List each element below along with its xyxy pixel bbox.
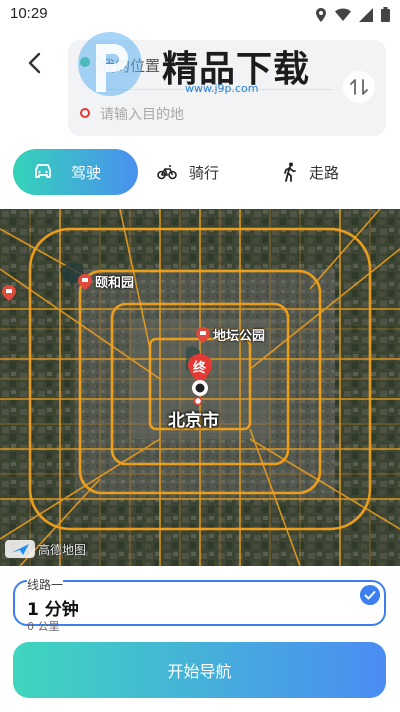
tab-walk[interactable]: 走路	[283, 149, 339, 195]
tab-drive[interactable]: 驾驶	[13, 149, 138, 195]
walk-icon	[284, 162, 296, 182]
tab-bike-label: 骑行	[189, 163, 220, 182]
location-icon	[316, 7, 326, 22]
end-point-icon	[80, 108, 90, 118]
route-option-name: 线路一	[27, 576, 64, 593]
selected-check-icon	[360, 585, 380, 605]
watermark-url: www.j9p.com	[185, 82, 259, 95]
destination-marker-label: 终	[193, 361, 207, 376]
current-location-icon	[192, 380, 208, 396]
attribution-text: 高德地图	[38, 542, 87, 557]
amap-logo-icon	[5, 540, 35, 558]
start-navigation-button[interactable]: 开始导航	[13, 642, 386, 698]
route-option-time: 1 分钟	[27, 600, 79, 620]
signal-icon	[359, 7, 373, 22]
poi-marker-icon	[196, 326, 210, 343]
tab-walk-label: 走路	[309, 163, 340, 182]
wifi-icon	[335, 8, 351, 21]
start-pin-icon	[193, 396, 203, 406]
poi-marker-icon	[78, 273, 92, 290]
destination-input[interactable]: 请输入目的地	[100, 104, 184, 124]
status-bar: 10:29	[0, 0, 400, 30]
poi-label: 地坛公园	[213, 329, 266, 344]
route-option-distance: 0 公里	[27, 620, 60, 633]
poi-label: 颐和园	[95, 276, 135, 291]
tab-bike[interactable]: 骑行	[157, 149, 219, 195]
status-time: 10:29	[10, 5, 48, 22]
bicycle-icon	[157, 165, 177, 180]
poi-summer-palace[interactable]: 颐和园	[78, 272, 134, 291]
status-icons	[315, 7, 390, 22]
watermark-logo	[78, 32, 142, 96]
map-attribution: 高德地图	[5, 540, 86, 558]
car-icon	[35, 164, 51, 178]
back-arrow-icon[interactable]	[22, 50, 48, 76]
poi-marker-icon	[2, 285, 16, 301]
battery-icon	[381, 7, 390, 22]
poi-ditan-park[interactable]: 地坛公园	[196, 325, 265, 344]
city-label: 北京市	[168, 411, 219, 431]
swap-route-icon[interactable]	[343, 71, 375, 103]
tab-drive-label: 驾驶	[71, 164, 102, 182]
